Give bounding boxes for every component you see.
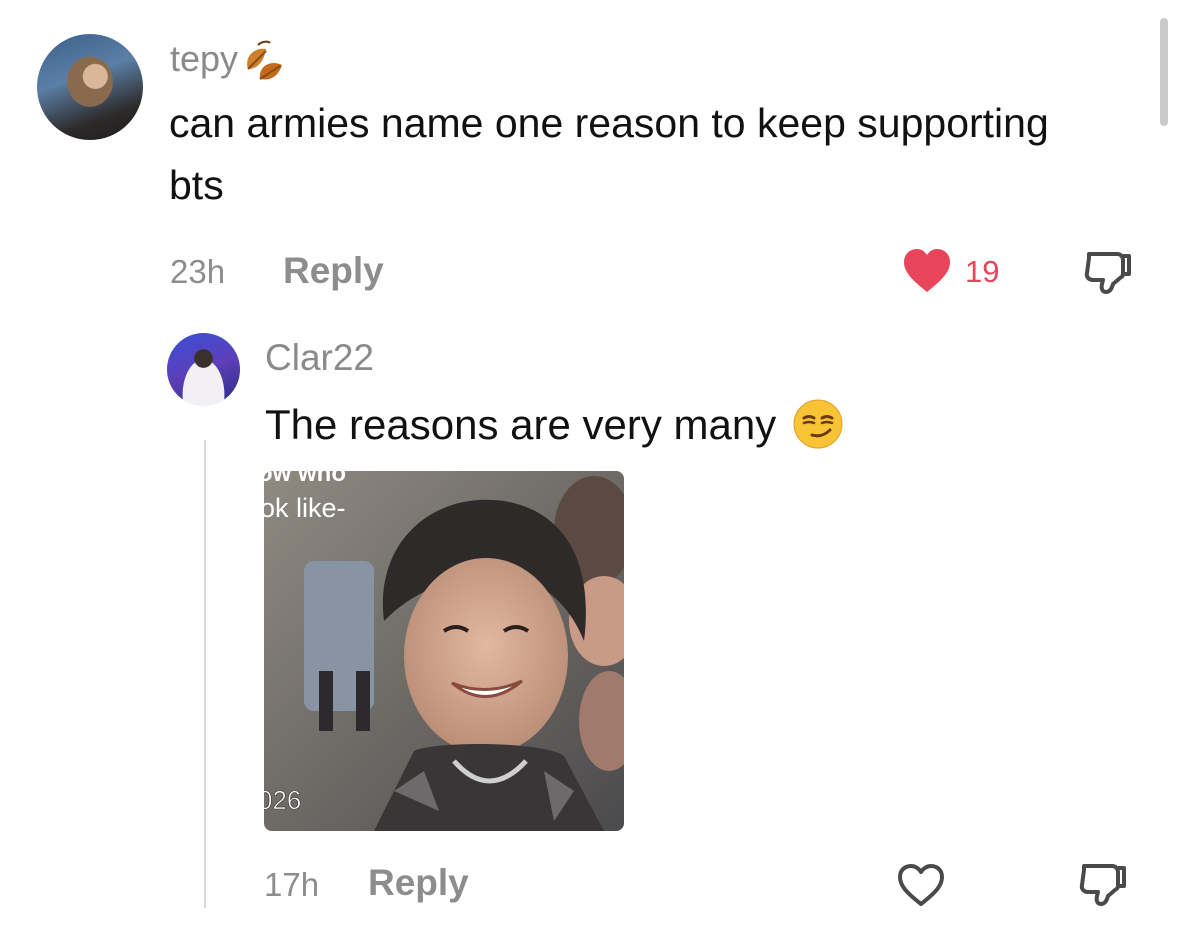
reply-text: The reasons are very many [265,401,777,448]
reply-button[interactable]: Reply [283,250,384,292]
avatar-clar22[interactable] [167,333,240,406]
avatar-tepy[interactable] [37,34,143,140]
comment-timestamp: 23h [170,253,226,290]
smirk-emoji-icon [793,399,843,449]
heart-filled-icon[interactable] [902,248,952,294]
comment-text: can armies name one reason to keep suppo… [169,100,1049,208]
heart-outline-icon[interactable] [896,862,946,908]
image-caption-line2: ok like- [264,493,346,523]
reply-image[interactable]: ow who ok like- 026 [264,471,624,831]
image-caption-line1: ow who [264,471,346,487]
image-corner-text: 026 [264,785,301,815]
dislike-icon[interactable] [1078,860,1130,908]
comment-username[interactable]: tepy [170,38,286,83]
thread-line [204,440,206,908]
reply-text-row: The reasons are very many [265,394,844,456]
reply-reply-button[interactable]: Reply [368,862,469,904]
dislike-icon[interactable] [1083,248,1135,296]
scrollbar[interactable] [1160,18,1168,126]
reply-timestamp: 17h [264,866,320,903]
like-count: 19 [965,254,1000,289]
reply-username[interactable]: Clar22 [265,337,374,379]
leaf-emoji-icon [247,41,283,81]
